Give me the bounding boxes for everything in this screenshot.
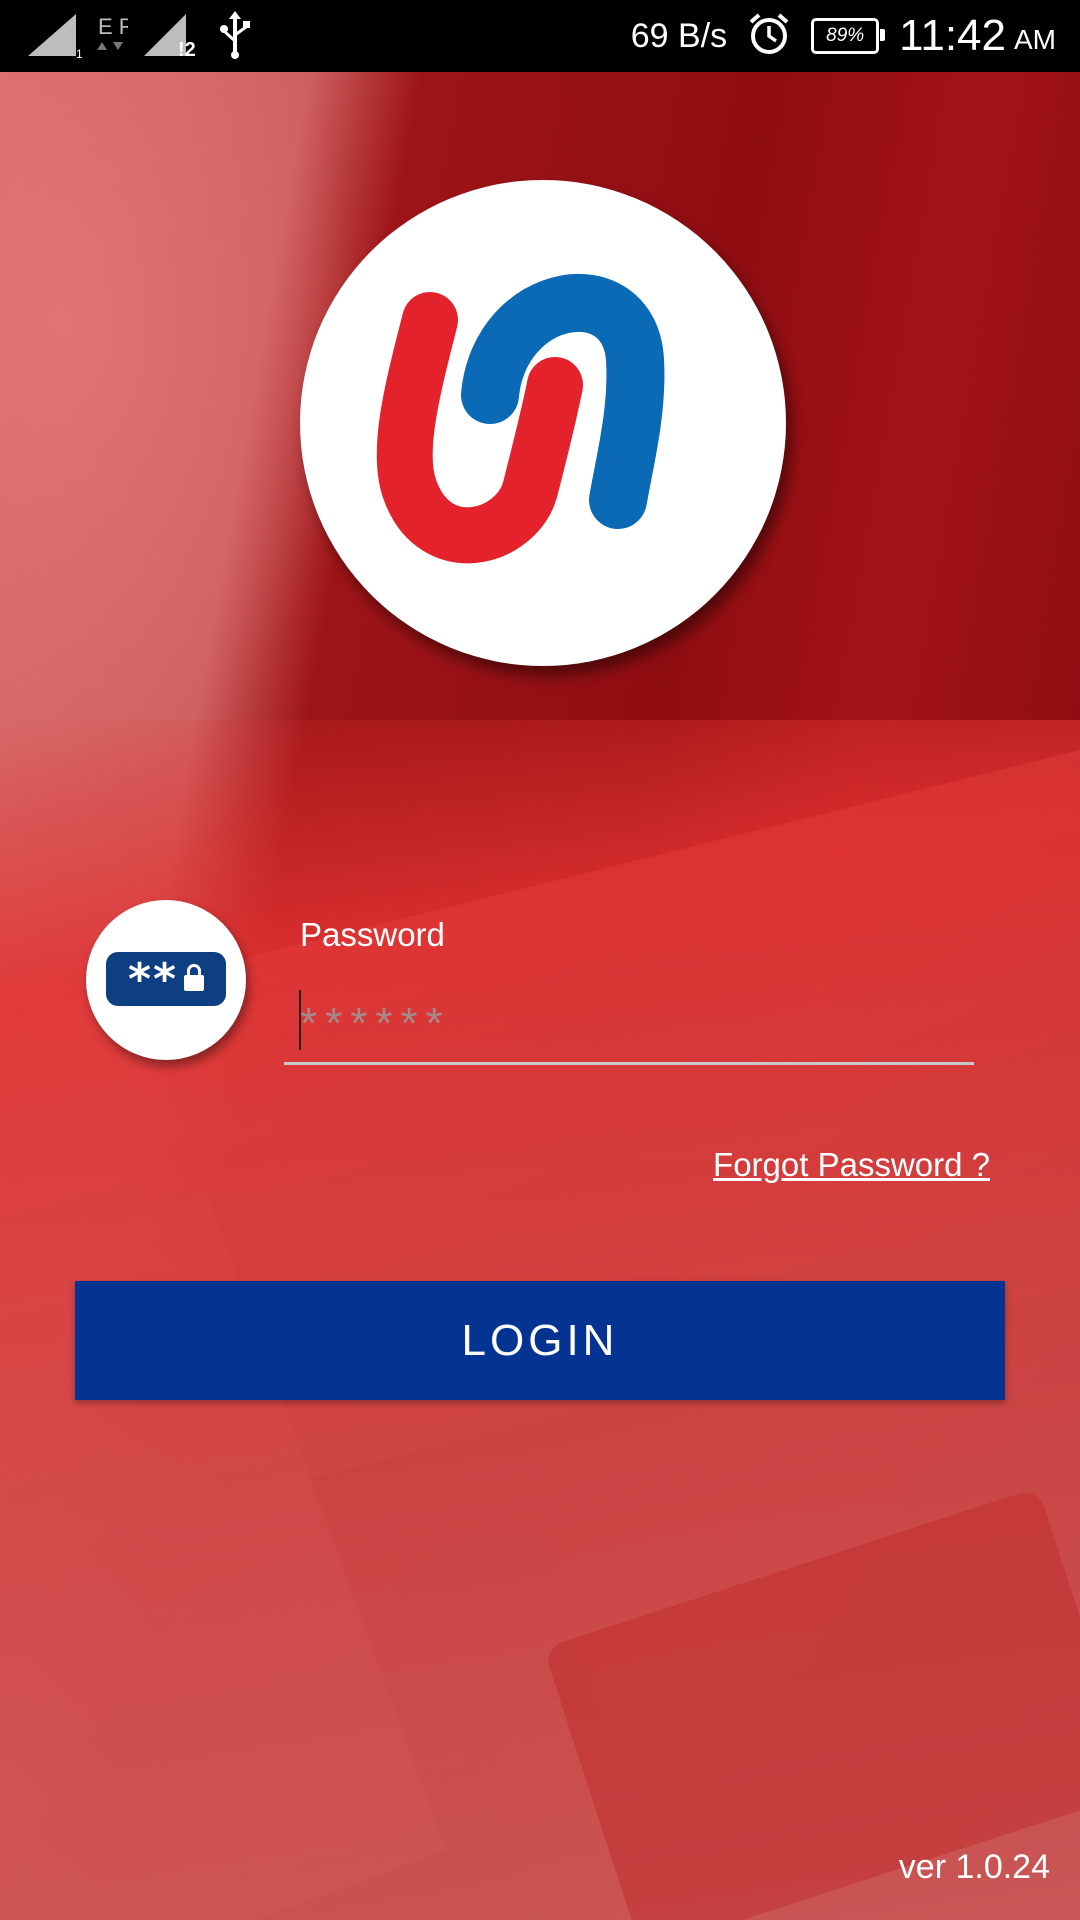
network-speed: 69 B/s [630,16,728,55]
network-label: E R [98,14,128,39]
app-version: ver 1.0.24 [898,1848,1050,1886]
union-bank-logo-icon [300,180,786,666]
sim1-label: 1 [76,47,82,58]
sim2-label: !2 [178,39,196,58]
password-field[interactable] [284,985,974,1065]
status-bar: 1 E R !2 69 B/s 89% 11:42 AM [0,0,1080,72]
text-cursor [299,990,301,1050]
password-label: Password [300,916,445,953]
battery-level: 89% [826,25,865,46]
battery-icon: 89% [811,18,886,54]
password-lock-icon: ** [86,900,246,1060]
password-badge: ** [106,952,226,1006]
login-button[interactable]: LOGIN [75,1281,1005,1400]
clock-ampm: AM [1014,24,1056,55]
usb-icon [218,10,252,64]
lock-icon [184,964,205,991]
status-left: 1 E R !2 [26,10,252,64]
data-arrows-icon: E R [96,12,135,63]
clock-time: 11:42 [899,11,1006,60]
login-screen: 1 E R !2 69 B/s 89% 11:42 AM ** Password… [0,0,1080,1920]
signal-icon: 1 [26,12,83,63]
forgot-password-link[interactable]: Forgot Password ? [713,1146,990,1184]
status-right: 69 B/s 89% 11:42 AM [631,0,1056,72]
alarm-icon [747,12,791,61]
signal-icon: !2 [142,12,204,63]
